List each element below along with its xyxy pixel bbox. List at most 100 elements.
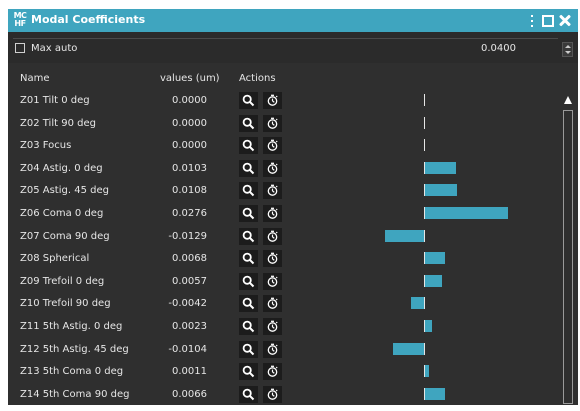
zoom-button[interactable]	[239, 341, 258, 358]
coefficient-value: 0.0068	[172, 253, 207, 264]
stopwatch-icon	[267, 162, 278, 174]
stopwatch-button[interactable]	[263, 137, 282, 154]
coefficient-value: -0.0042	[168, 298, 207, 309]
coefficient-bar	[424, 275, 443, 287]
close-icon[interactable]	[557, 9, 575, 32]
stopwatch-icon	[267, 388, 278, 400]
table-row: Z05 Astig. 45 deg 0.0108	[8, 182, 558, 202]
coefficient-value: 0.0057	[172, 276, 207, 287]
app-icon: MC HF	[12, 12, 28, 29]
table-header: Name values (um) Actions	[8, 63, 578, 84]
stopwatch-icon	[267, 297, 278, 309]
coefficient-name: Z09 Trefoil 0 deg	[20, 276, 105, 287]
coefficient-name: Z10 Trefoil 90 deg	[20, 298, 111, 309]
coefficient-name: Z05 Astig. 45 deg	[20, 185, 109, 196]
scroll-thumb[interactable]	[563, 110, 573, 404]
maximize-icon[interactable]	[539, 9, 557, 32]
stopwatch-button[interactable]	[263, 160, 282, 177]
table-row: Z11 5th Astig. 0 deg 0.0023	[8, 318, 558, 338]
zoom-button[interactable]	[239, 160, 258, 177]
coefficient-bar	[424, 252, 446, 264]
coefficient-value: 0.0023	[172, 321, 207, 332]
table-row: Z06 Coma 0 deg 0.0276	[8, 205, 558, 225]
magnifier-icon	[242, 117, 255, 130]
stopwatch-button[interactable]	[263, 115, 282, 132]
stopwatch-button[interactable]	[263, 295, 282, 312]
stopwatch-icon	[267, 139, 278, 151]
coefficient-name: Z04 Astig. 0 deg	[20, 163, 103, 174]
stopwatch-button[interactable]	[263, 92, 282, 109]
coefficient-bar	[424, 365, 429, 377]
stopwatch-button[interactable]	[263, 182, 282, 199]
coefficient-value: -0.0104	[168, 344, 207, 355]
stopwatch-button[interactable]	[263, 228, 282, 245]
vertical-scrollbar[interactable]	[562, 96, 574, 404]
max-value-input[interactable]: 0.0400	[481, 43, 516, 54]
coefficient-value: 0.0000	[172, 140, 207, 151]
zoom-button[interactable]	[239, 92, 258, 109]
spin-down-icon[interactable]	[565, 51, 571, 54]
coefficient-value: 0.0011	[172, 366, 207, 377]
stopwatch-button[interactable]	[263, 318, 282, 335]
zoom-button[interactable]	[239, 137, 258, 154]
magnifier-icon	[242, 275, 255, 288]
coefficient-name: Z12 5th Astig. 45 deg	[20, 344, 129, 355]
coefficient-name: Z13 5th Coma 0 deg	[20, 366, 124, 377]
coefficient-value: 0.0276	[172, 208, 207, 219]
coefficient-bar	[424, 388, 445, 400]
table-row: Z04 Astig. 0 deg 0.0103	[8, 160, 558, 180]
zoom-button[interactable]	[239, 182, 258, 199]
coefficient-name: Z11 5th Astig. 0 deg	[20, 321, 123, 332]
table-row: Z14 5th Coma 90 deg 0.0066	[8, 386, 558, 405]
stopwatch-button[interactable]	[263, 273, 282, 290]
stopwatch-button[interactable]	[263, 386, 282, 403]
zoom-button[interactable]	[239, 228, 258, 245]
stopwatch-button[interactable]	[263, 205, 282, 222]
app-icon-line-2: HF	[14, 19, 26, 28]
stopwatch-icon	[267, 252, 278, 264]
coefficient-bar	[392, 343, 425, 355]
magnifier-icon	[242, 94, 255, 107]
scroll-up-icon[interactable]	[564, 96, 572, 104]
coefficient-name: Z01 Tilt 0 deg	[20, 95, 90, 106]
magnifier-icon	[242, 297, 255, 310]
max-value-spinner[interactable]	[562, 42, 573, 57]
table-row: Z12 5th Astig. 45 deg -0.0104	[8, 341, 558, 361]
magnifier-icon	[242, 139, 255, 152]
zoom-button[interactable]	[239, 273, 258, 290]
modal-coefficients-window: MC HF Modal Coefficients Max auto 0.0400…	[8, 9, 578, 405]
zoom-button[interactable]	[239, 205, 258, 222]
zoom-button[interactable]	[239, 363, 258, 380]
stopwatch-icon	[267, 275, 278, 287]
header-name: Name	[20, 73, 50, 84]
coefficient-list: Z01 Tilt 0 deg 0.0000 Z02 Tilt 90 deg 0.000…	[8, 92, 558, 405]
zoom-button[interactable]	[239, 115, 258, 132]
stopwatch-button[interactable]	[263, 363, 282, 380]
max-auto-checkbox[interactable]	[15, 43, 25, 53]
zero-bar-tick	[424, 139, 425, 151]
max-auto-label: Max auto	[31, 43, 78, 54]
stopwatch-icon	[267, 184, 278, 196]
coefficient-value: 0.0000	[172, 95, 207, 106]
table-row: Z03 Focus 0.0000	[8, 137, 558, 157]
stopwatch-button[interactable]	[263, 341, 282, 358]
stopwatch-icon	[267, 320, 278, 332]
table-row: Z13 5th Coma 0 deg 0.0011	[8, 363, 558, 383]
magnifier-icon	[242, 343, 255, 356]
zoom-button[interactable]	[239, 295, 258, 312]
zero-bar-tick	[424, 117, 425, 129]
coefficient-name: Z08 Spherical	[20, 253, 90, 264]
stopwatch-button[interactable]	[263, 250, 282, 267]
magnifier-icon	[242, 252, 255, 265]
zoom-button[interactable]	[239, 386, 258, 403]
zoom-button[interactable]	[239, 250, 258, 267]
table-row: Z08 Spherical 0.0068	[8, 250, 558, 270]
stopwatch-icon	[267, 94, 278, 106]
title-bar[interactable]: MC HF Modal Coefficients	[8, 9, 578, 32]
stopwatch-icon	[267, 117, 278, 129]
spin-up-icon[interactable]	[565, 45, 571, 48]
coefficient-bar	[385, 230, 425, 242]
zoom-button[interactable]	[239, 318, 258, 335]
magnifier-icon	[242, 162, 255, 175]
magnifier-icon	[242, 207, 255, 220]
